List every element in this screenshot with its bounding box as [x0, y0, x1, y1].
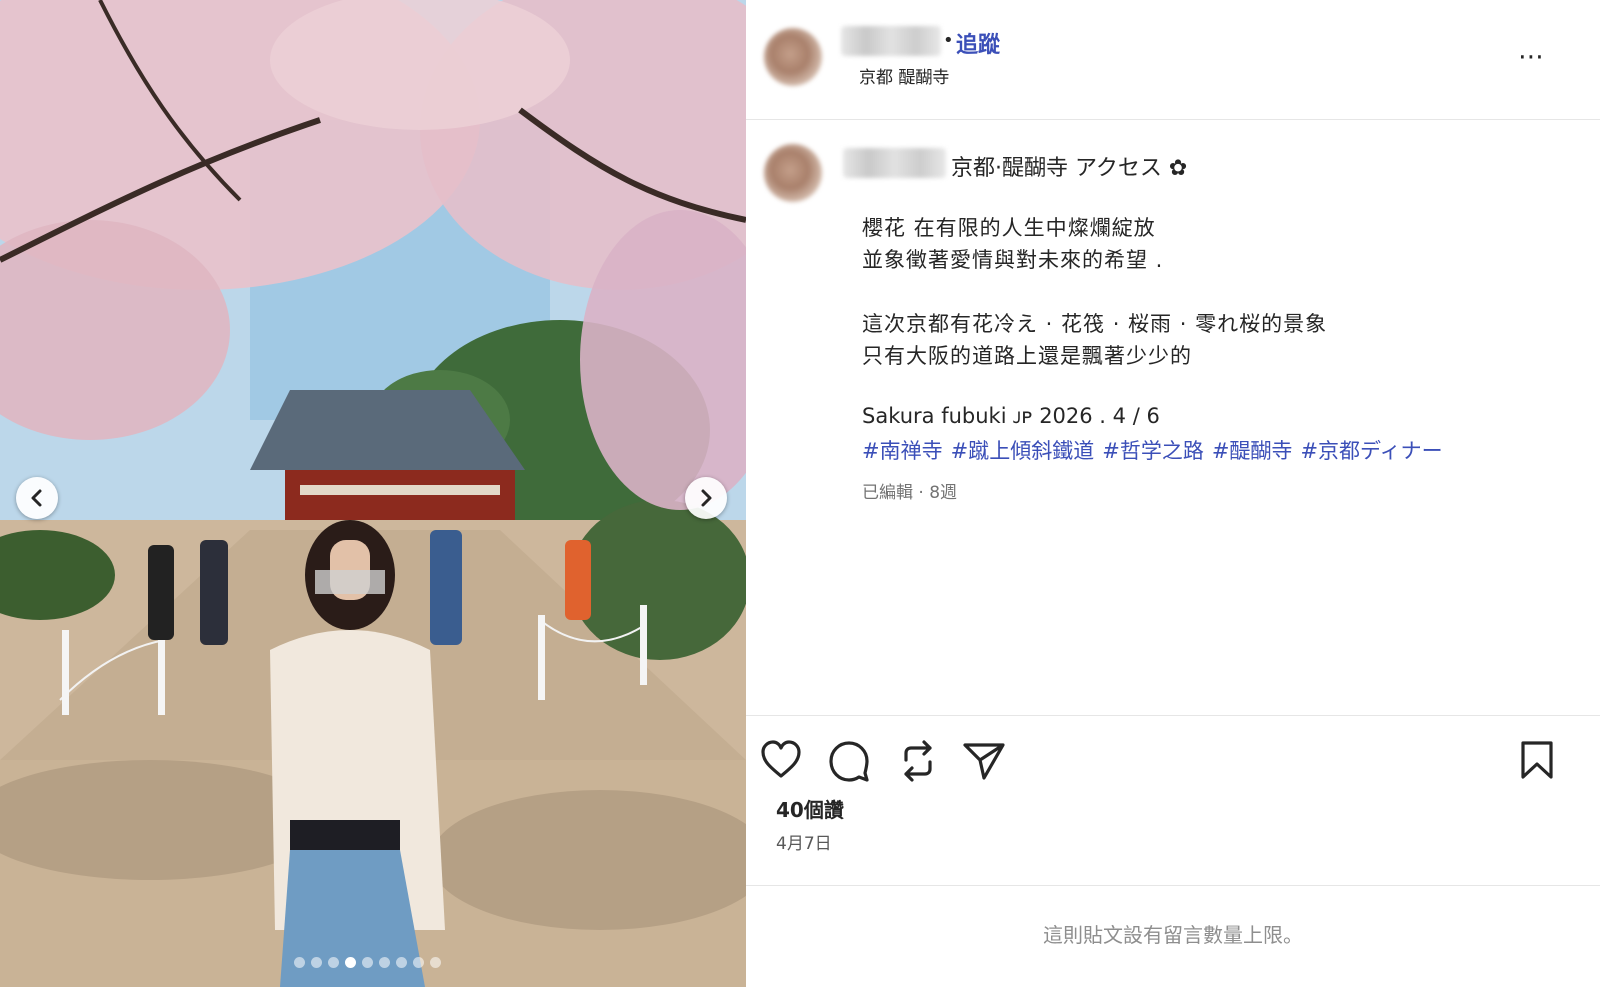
temple-scene-image: [0, 0, 746, 987]
hashtag-list: #南禅寺 #蹴上傾斜鐵道 #哲学之路 #醍醐寺 #京都ディナー: [862, 435, 1443, 465]
carousel-dot[interactable]: [328, 957, 339, 968]
carousel-dot[interactable]: [379, 957, 390, 968]
caption-line: Sakura fubuki ᴊᴘ 2026 . 4 / 6: [862, 404, 1160, 428]
caption-author-username-blurred[interactable]: [843, 148, 946, 178]
like-count[interactable]: 40個讚: [776, 794, 844, 823]
follow-button[interactable]: 追蹤: [956, 27, 1000, 59]
comment-limit-footer: 這則貼文設有留言數量上限。: [746, 885, 1600, 987]
carousel-dot[interactable]: [396, 957, 407, 968]
carousel-dot[interactable]: [345, 957, 356, 968]
post-edited-time: 已編輯 · 8週: [862, 483, 958, 503]
carousel-dot[interactable]: [413, 957, 424, 968]
hashtag-link[interactable]: #醍醐寺: [1212, 435, 1293, 465]
caption-title: 京都·醍醐寺 アクセス ✿: [951, 156, 1188, 181]
caption-line: 只有大阪的道路上還是飄著少少的: [862, 344, 1192, 368]
repost-icon[interactable]: [898, 740, 938, 782]
hashtag-link[interactable]: #蹴上傾斜鐵道: [951, 435, 1095, 465]
carousel-dot[interactable]: [430, 957, 441, 968]
carousel-dot[interactable]: [311, 957, 322, 968]
carousel-prev-button[interactable]: [16, 477, 58, 519]
chevron-right-icon: [701, 489, 712, 507]
post-side-panel: • 追蹤 京都 醍醐寺 ⋯ 京都·醍醐寺 アクセス ✿ 櫻花 在有限的人生中燦爛…: [746, 0, 1600, 987]
carousel-dot[interactable]: [362, 957, 373, 968]
hashtag-link[interactable]: #哲学之路: [1102, 435, 1204, 465]
post-photo[interactable]: [0, 0, 746, 987]
caption-line: 櫻花 在有限的人生中燦爛綻放: [862, 216, 1156, 240]
caption-line: 並象徵著愛情與對未來的希望 .: [862, 248, 1164, 272]
separator-dot: •: [943, 30, 954, 51]
author-username-blurred[interactable]: [841, 26, 941, 56]
share-icon[interactable]: [962, 740, 1006, 782]
comment-limit-notice: 這則貼文設有留言數量上限。: [1043, 923, 1303, 947]
heart-icon[interactable]: [760, 740, 802, 780]
more-icon[interactable]: ⋯: [1518, 42, 1545, 72]
chevron-left-icon: [31, 489, 42, 507]
carousel-indicator: [294, 957, 441, 968]
comment-icon[interactable]: [828, 740, 870, 782]
carousel-dot[interactable]: [294, 957, 305, 968]
caption-line: 這次京都有花冷え · 花筏 · 桜雨 · 零れ桜的景象: [862, 312, 1328, 336]
author-avatar[interactable]: [764, 28, 822, 86]
bookmark-icon[interactable]: [1520, 740, 1554, 780]
post-location[interactable]: 京都 醍醐寺: [859, 63, 949, 88]
hashtag-link[interactable]: #南禅寺: [862, 435, 943, 465]
carousel-next-button[interactable]: [685, 477, 727, 519]
post-header: • 追蹤 京都 醍醐寺 ⋯: [746, 0, 1600, 120]
caption-author-avatar[interactable]: [764, 144, 822, 202]
action-bar: [746, 715, 1600, 785]
hashtag-link[interactable]: #京都ディナー: [1300, 435, 1442, 465]
post-date: 4月7日: [776, 834, 832, 854]
